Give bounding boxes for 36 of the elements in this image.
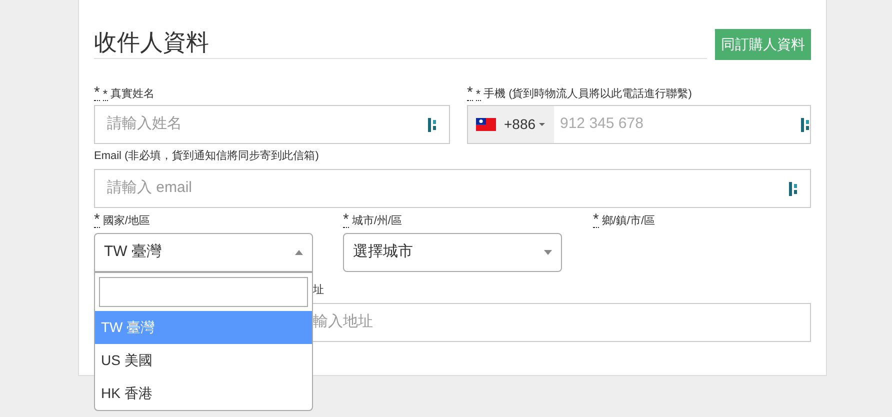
- name-label: 真實姓名: [110, 87, 155, 101]
- autofill-icon[interactable]: [789, 182, 798, 196]
- email-placeholder: 請輸入 email: [107, 178, 194, 198]
- select-value: TW 臺灣: [104, 242, 162, 262]
- email-label: Email (非必填，貨到通知信將同步寄到此信箱): [94, 148, 320, 164]
- phone-placeholder: 912 345 678: [559, 114, 644, 134]
- required-mark: *: [94, 86, 100, 101]
- phone-label: 手機 (貨到時物流人員將以此電話進行聯繫): [484, 87, 692, 101]
- country-option[interactable]: US 美國: [95, 344, 312, 377]
- location-label: 鄉/鎮/市/區: [602, 214, 656, 228]
- autofill-icon[interactable]: [428, 118, 437, 132]
- location-label: 國家/地區: [102, 214, 150, 228]
- country-option[interactable]: HK 香港: [95, 377, 312, 410]
- required-mark: *: [343, 213, 349, 228]
- address-placeholder: 輸入地址: [313, 312, 373, 332]
- location-label: 城市/州/區: [352, 214, 402, 228]
- select-placeholder: 選擇城市: [353, 242, 414, 262]
- caret-icon: [538, 122, 545, 126]
- country-code-selector[interactable]: +886: [468, 106, 554, 143]
- required-mark: *: [94, 213, 100, 228]
- required-mark: *: [467, 86, 473, 101]
- phone-input-field[interactable]: +886 912 345 678: [467, 105, 811, 144]
- flag-icon: [476, 118, 496, 131]
- required-mark: *: [593, 213, 599, 228]
- dropdown-search-field[interactable]: [99, 277, 308, 307]
- section-title: 收件人資料: [94, 28, 209, 56]
- country-select[interactable]: TW 臺灣: [94, 233, 313, 272]
- name-placeholder: 請輸入姓名: [107, 114, 183, 134]
- caret-down-icon: [544, 250, 552, 255]
- caret-up-icon: [295, 250, 303, 255]
- city-select[interactable]: 選擇城市: [343, 233, 562, 272]
- autofill-icon[interactable]: [801, 118, 810, 132]
- country-code: +886: [504, 115, 536, 134]
- required-mark: *: [476, 88, 481, 101]
- required-mark: *: [102, 88, 108, 101]
- address-label: 址: [313, 282, 324, 298]
